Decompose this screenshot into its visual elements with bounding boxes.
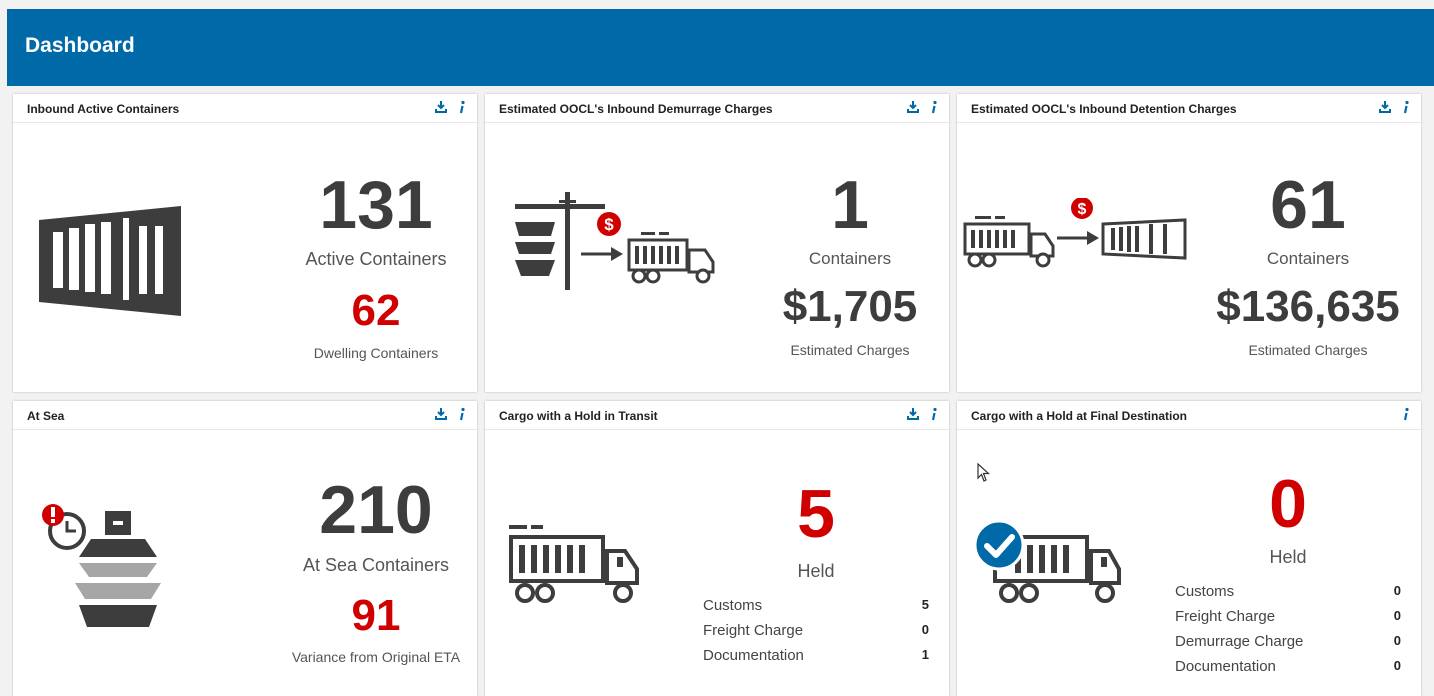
- hold-row-customs: Customs 5: [703, 597, 929, 614]
- card-header: Inbound Active Containers: [13, 94, 477, 123]
- detention-charges-label: Estimated Charges: [1248, 342, 1368, 358]
- active-containers-label: Active Containers: [305, 249, 447, 269]
- info-icon[interactable]: [459, 407, 465, 421]
- card-header: Cargo with a Hold at Final Destination: [957, 401, 1421, 430]
- demurrage-charges-label: Estimated Charges: [790, 342, 910, 358]
- hold-row-demurrage-charge: Demurrage Charge 0: [1175, 633, 1401, 650]
- eta-variance-count: 91: [351, 591, 401, 640]
- transit-hold-breakdown: Customs 5 Freight Charge 0 Documentation 1: [703, 597, 929, 672]
- dashboard-header: Dashboard: [7, 9, 1434, 86]
- hold-row-documentation: Documentation 1: [703, 647, 929, 664]
- detention-charges-amount: $136,635: [1216, 282, 1400, 331]
- card-hold-final-destination: Cargo with a Hold at Final Destination 0…: [957, 401, 1421, 696]
- at-sea-containers-label: At Sea Containers: [302, 555, 450, 575]
- card-inbound-active-containers: Inbound Active Containers 131 Active Con…: [13, 94, 477, 392]
- svg-text:$: $: [604, 215, 614, 234]
- port-demurrage-icon: $: [511, 190, 721, 290]
- card-header: At Sea: [13, 401, 477, 430]
- transit-held-count: 5: [797, 476, 835, 552]
- card-title: Inbound Active Containers: [27, 102, 180, 116]
- demurrage-containers-label: Containers: [808, 249, 892, 268]
- hold-row-customs: Customs 0: [1175, 583, 1401, 600]
- detention-containers-count: 61: [1270, 167, 1346, 243]
- transit-held-label: Held: [797, 561, 835, 581]
- card-hold-in-transit: Cargo with a Hold in Transit 5 Held Cust…: [485, 401, 949, 696]
- card-demurrage-charges: Estimated OOCL's Inbound Demurrage Charg…: [485, 94, 949, 392]
- info-icon[interactable]: [931, 100, 937, 114]
- hold-row-documentation: Documentation 0: [1175, 658, 1401, 675]
- page-title: Dashboard: [25, 34, 135, 57]
- card-detention-charges: Estimated OOCL's Inbound Detention Charg…: [957, 94, 1421, 392]
- destination-held-count: 0: [1269, 466, 1307, 542]
- card-title: At Sea: [27, 409, 65, 423]
- svg-text:$: $: [1078, 201, 1087, 218]
- hold-row-freight-charge: Freight Charge 0: [1175, 608, 1401, 625]
- at-sea-containers-count: 210: [319, 472, 433, 548]
- card-header: Cargo with a Hold in Transit: [485, 401, 949, 430]
- card-title: Estimated OOCL's Inbound Detention Charg…: [971, 102, 1237, 116]
- active-containers-count: 131: [319, 167, 433, 243]
- hold-row-freight-charge: Freight Charge 0: [703, 622, 929, 639]
- truck-detention-icon: $: [963, 198, 1189, 278]
- dwelling-containers-count: 62: [351, 286, 401, 335]
- info-icon[interactable]: [1403, 407, 1409, 421]
- card-title: Estimated OOCL's Inbound Demurrage Charg…: [499, 102, 773, 116]
- info-icon[interactable]: [459, 100, 465, 114]
- demurrage-charges-amount: $1,705: [782, 282, 918, 331]
- eta-variance-label: Variance from Original ETA: [291, 649, 461, 665]
- truck-cleared-icon: [973, 519, 1123, 611]
- card-title: Cargo with a Hold at Final Destination: [971, 409, 1188, 423]
- download-icon[interactable]: [907, 407, 919, 421]
- detention-containers-label: Containers: [1266, 249, 1350, 268]
- truck-icon: [507, 519, 647, 611]
- card-header: Estimated OOCL's Inbound Detention Charg…: [957, 94, 1421, 123]
- destination-hold-breakdown: Customs 0 Freight Charge 0 Demurrage Charg…: [1175, 583, 1401, 683]
- download-icon[interactable]: [1379, 100, 1391, 114]
- dwelling-containers-label: Dwelling Containers: [313, 345, 439, 361]
- demurrage-containers-count: 1: [831, 167, 869, 243]
- ship-delay-icon: [39, 501, 179, 631]
- info-icon[interactable]: [1403, 100, 1409, 114]
- card-header: Estimated OOCL's Inbound Demurrage Charg…: [485, 94, 949, 123]
- destination-held-label: Held: [1269, 547, 1307, 567]
- card-title: Cargo with a Hold in Transit: [499, 409, 658, 423]
- mouse-cursor-icon: [977, 463, 991, 483]
- card-at-sea: At Sea 210 At Sea Containers 91 Variance…: [13, 401, 477, 696]
- download-icon[interactable]: [435, 407, 447, 421]
- download-icon[interactable]: [435, 100, 447, 114]
- container-icon: [35, 202, 187, 320]
- download-icon[interactable]: [907, 100, 919, 114]
- info-icon[interactable]: [931, 407, 937, 421]
